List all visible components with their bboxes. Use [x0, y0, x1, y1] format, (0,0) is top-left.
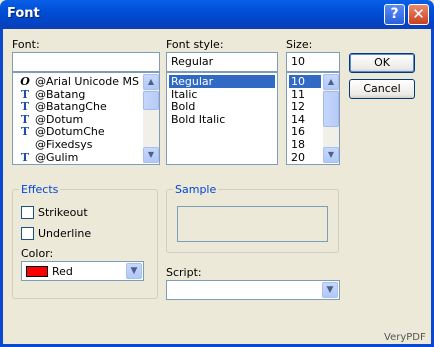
size-input[interactable]: 10 — [286, 52, 340, 72]
truetype-font-icon: T — [20, 125, 30, 139]
scroll-down-icon[interactable]: ▼ — [143, 147, 159, 163]
strikeout-checkbox[interactable] — [21, 206, 34, 219]
color-value: Red — [52, 265, 73, 278]
script-select[interactable]: ▼ — [166, 280, 340, 300]
size-item-label: 11 — [291, 87, 305, 101]
font_style-item-label: Bold Italic — [171, 112, 226, 126]
font-list-item[interactable]: T @DotumChe — [15, 125, 141, 138]
color-swatch — [26, 266, 48, 277]
effects-legend: Effects — [19, 183, 61, 196]
font_style-item-label: Italic — [171, 87, 198, 101]
cancel-button[interactable]: Cancel — [349, 79, 415, 99]
truetype-font-icon: T — [20, 100, 30, 114]
size-list-item[interactable]: 12 — [289, 100, 321, 113]
close-icon: ✕ — [412, 5, 425, 23]
scroll-up-icon[interactable]: ▲ — [143, 74, 159, 90]
font_style-list-item[interactable]: Italic — [169, 88, 275, 101]
font-item-label: @BatangChe — [35, 100, 107, 114]
size-list-item[interactable]: 10 — [289, 75, 321, 88]
strikeout-label[interactable]: Strikeout — [38, 206, 88, 219]
font-list-item[interactable]: O @Arial Unicode MS — [15, 75, 141, 88]
font-item-label: @Gulim — [35, 150, 79, 164]
truetype-font-icon: T — [20, 112, 30, 126]
size-item-label: 20 — [291, 150, 305, 164]
font-list[interactable]: O @Arial Unicode MS T @Batang T @BatangChe T @D… — [12, 72, 160, 165]
size-item-label: 14 — [291, 112, 305, 126]
font-item-label: @DotumChe — [35, 125, 105, 139]
size-list-item[interactable]: 18 — [289, 138, 321, 151]
font_style-list-item[interactable]: Bold — [169, 100, 275, 113]
help-button[interactable]: ? — [384, 4, 405, 25]
size-label: Size: — [286, 38, 313, 51]
scroll-up-icon[interactable]: ▲ — [323, 74, 339, 90]
font-list-item[interactable]: T @Gulim — [15, 151, 141, 164]
font-item-label: @Dotum — [35, 112, 84, 126]
font-style-label: Font style: — [166, 38, 224, 51]
scroll-down-icon[interactable]: ▼ — [323, 147, 339, 163]
underline-label[interactable]: Underline — [38, 227, 91, 240]
truetype-font-icon: T — [20, 150, 30, 164]
chevron-down-icon[interactable]: ▼ — [126, 263, 142, 279]
size-list-item[interactable]: 11 — [289, 88, 321, 101]
font-style-list[interactable]: Regular Italic Bold Bold Italic — [166, 72, 278, 165]
size-item-label: 18 — [291, 138, 305, 151]
size-list[interactable]: 10 11 12 14 16 18 20 ▲ ▼ — [286, 72, 340, 165]
font-label: Font: — [12, 38, 40, 51]
sample-legend: Sample — [173, 183, 219, 196]
opentype-font-icon: O — [20, 75, 30, 88]
scroll-thumb[interactable] — [323, 91, 339, 127]
font_style-item-label: Bold — [171, 100, 196, 114]
font-item-label: @Batang — [35, 87, 86, 101]
truetype-font-icon: T — [20, 87, 30, 101]
font_style-list-item[interactable]: Regular — [169, 75, 275, 88]
font-list-item[interactable]: @Fixedsys — [15, 138, 141, 151]
font-item-label: @Arial Unicode MS — [35, 75, 139, 88]
size-list-item[interactable]: 14 — [289, 113, 321, 126]
size-item-label: 16 — [291, 125, 305, 139]
size-list-item[interactable]: 20 — [289, 151, 321, 164]
title-bar[interactable]: Font ? ✕ — [0, 0, 434, 29]
font-list-item[interactable]: T @Batang — [15, 88, 141, 101]
size-list-item[interactable]: 16 — [289, 125, 321, 138]
color-select[interactable]: Red ▼ — [21, 261, 144, 281]
font_style-list-item[interactable]: Bold Italic — [169, 113, 275, 126]
font-list-scrollbar[interactable]: ▲ ▼ — [143, 74, 159, 163]
font_style-item-label: Regular — [171, 75, 214, 88]
window-frame-left — [0, 29, 3, 347]
font-input[interactable] — [12, 52, 160, 72]
scroll-thumb[interactable] — [143, 91, 159, 110]
size-list-scrollbar[interactable]: ▲ ▼ — [323, 74, 339, 163]
close-button[interactable]: ✕ — [408, 4, 429, 25]
font-style-input[interactable]: Regular — [166, 52, 278, 72]
color-label: Color: — [21, 247, 54, 260]
size-item-label: 10 — [291, 75, 305, 88]
font-list-item[interactable]: T @Dotum — [15, 113, 141, 126]
underline-checkbox[interactable] — [21, 227, 34, 240]
ok-button[interactable]: OK — [349, 53, 415, 73]
help-icon: ? — [390, 6, 399, 22]
font-list-item[interactable]: T @BatangChe — [15, 100, 141, 113]
sample-preview — [177, 206, 328, 242]
window-title: Font — [7, 6, 40, 21]
size-item-label: 12 — [291, 100, 305, 114]
font-item-label: @Fixedsys — [35, 138, 93, 151]
watermark-text: VeryPDF — [384, 332, 426, 343]
script-label: Script: — [166, 266, 202, 279]
chevron-down-icon[interactable]: ▼ — [322, 282, 338, 298]
